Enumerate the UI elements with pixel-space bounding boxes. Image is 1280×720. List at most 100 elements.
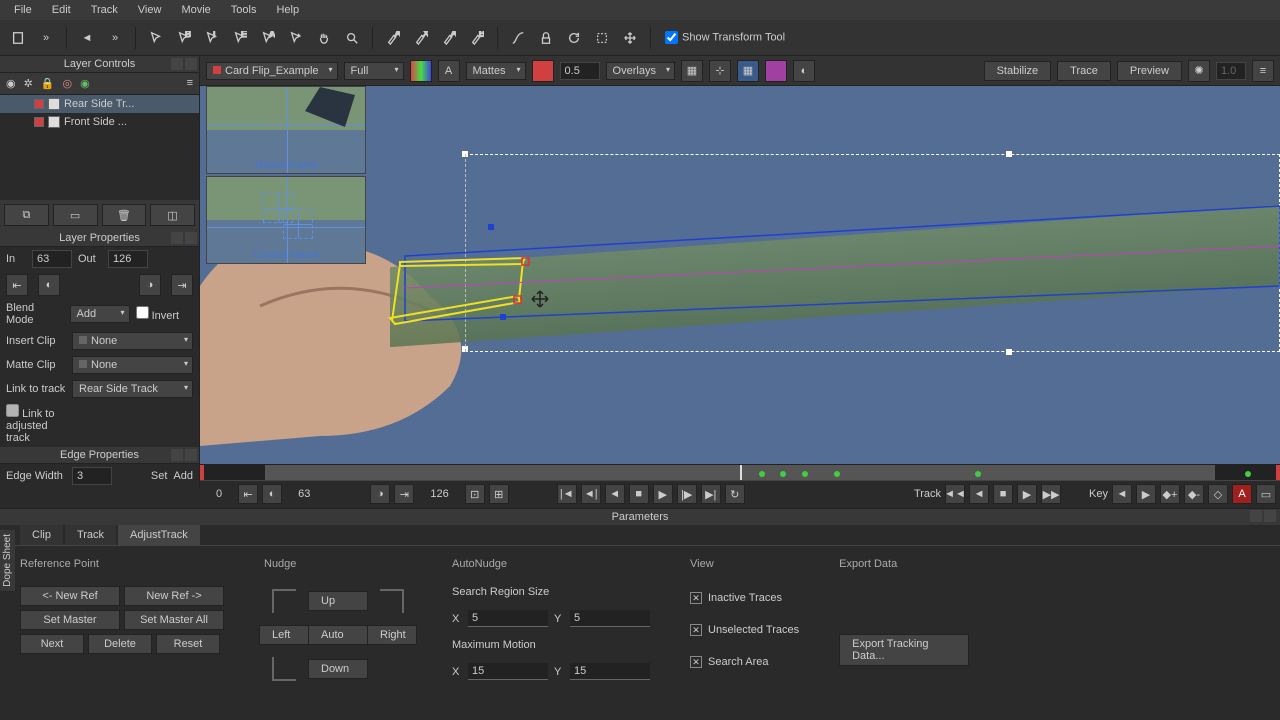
opacity-input[interactable]: [560, 62, 600, 80]
tab-track[interactable]: Track: [65, 525, 116, 545]
brush-x-plus-icon[interactable]: X+: [409, 26, 433, 50]
rgb-icon[interactable]: [410, 60, 432, 82]
layer-color-swatch[interactable]: [34, 99, 44, 109]
keyframe-marker[interactable]: [802, 471, 808, 477]
key-prev-icon[interactable]: ◄: [1112, 484, 1132, 504]
panel-min-icon[interactable]: [1250, 510, 1262, 522]
in-input[interactable]: [32, 250, 72, 268]
reset-in-icon[interactable]: ◐: [38, 274, 60, 296]
play-back-icon[interactable]: ◄: [605, 484, 625, 504]
delete-button[interactable]: Delete: [88, 634, 152, 654]
goto-start-icon[interactable]: |◄: [557, 484, 577, 504]
lock-icon[interactable]: [534, 26, 558, 50]
play-icon[interactable]: ▶: [653, 484, 673, 504]
nudge-auto-button[interactable]: Auto: [308, 625, 368, 645]
reset-out-icon[interactable]: ◑: [139, 274, 161, 296]
time-strip[interactable]: [200, 465, 1280, 481]
key-del-all-icon[interactable]: ◇: [1208, 484, 1228, 504]
zoom-icon[interactable]: [340, 26, 364, 50]
current-frame-thumb[interactable]: Current Frame: [206, 176, 366, 264]
preview-button[interactable]: Preview: [1117, 61, 1182, 81]
matte-color-icon[interactable]: [532, 60, 554, 82]
layer-checkbox[interactable]: [48, 98, 60, 110]
panel-close-icon[interactable]: [185, 449, 197, 461]
panel-close-icon[interactable]: [185, 58, 197, 70]
brush-b-plus-icon[interactable]: B+: [465, 26, 489, 50]
panel-close-icon[interactable]: [185, 232, 197, 244]
set-master-all-button[interactable]: Set Master All: [124, 610, 224, 630]
nudge-corner-bl[interactable]: [272, 657, 296, 681]
edge-width-input[interactable]: [72, 467, 112, 485]
alpha-icon[interactable]: A: [438, 60, 460, 82]
tab-clip[interactable]: Clip: [20, 525, 63, 545]
matte-selector[interactable]: None: [72, 356, 193, 374]
panel-min-icon[interactable]: [171, 449, 183, 461]
track-fwd-all-icon[interactable]: ▶▶: [1041, 484, 1061, 504]
master-frame-thumb[interactable]: Master Frame: [206, 86, 366, 174]
add-tool-icon[interactable]: A: [256, 26, 280, 50]
curve-icon[interactable]: [506, 26, 530, 50]
nudge-right-button[interactable]: Right: [367, 625, 417, 645]
pointer-icon[interactable]: [144, 26, 168, 50]
palette-icon[interactable]: ◉: [80, 77, 90, 90]
stop-icon[interactable]: ■: [629, 484, 649, 504]
select-all-icon[interactable]: ◫: [150, 204, 195, 226]
nudge-corner-tl[interactable]: [272, 589, 296, 613]
redo-icon[interactable]: »: [103, 26, 127, 50]
show-transform-toggle[interactable]: Show Transform Tool: [659, 31, 791, 44]
bezier-tool-icon[interactable]: B: [172, 26, 196, 50]
range-out-icon[interactable]: ⇥: [394, 484, 414, 504]
reset-button[interactable]: Reset: [156, 634, 220, 654]
lock-col-icon[interactable]: 🔒: [41, 77, 55, 90]
step-back-icon[interactable]: ◄|: [581, 484, 601, 504]
range-mark-icon[interactable]: ◐: [262, 484, 282, 504]
layer-menu-icon[interactable]: ≡: [187, 77, 193, 90]
track-fwd-icon[interactable]: ▶: [1017, 484, 1037, 504]
edit-tool-icon[interactable]: E: [228, 26, 252, 50]
surface-handle[interactable]: [1006, 349, 1012, 355]
rotate-icon[interactable]: [562, 26, 586, 50]
nudge-corner-tr[interactable]: [380, 589, 404, 613]
brightness-input[interactable]: [1216, 62, 1246, 80]
surface-handle[interactable]: [1006, 151, 1012, 157]
edge-set-button[interactable]: Set: [151, 470, 168, 482]
loop-icon[interactable]: ↻: [725, 484, 745, 504]
keyframe-marker[interactable]: [780, 471, 786, 477]
tab-adjusttrack[interactable]: AdjustTrack: [118, 525, 200, 545]
overlays-selector[interactable]: Overlays: [606, 62, 675, 80]
playhead[interactable]: [740, 465, 742, 480]
out-input[interactable]: [108, 250, 148, 268]
autokey-icon[interactable]: A: [1232, 484, 1252, 504]
keyframe-marker[interactable]: [834, 471, 840, 477]
zoom-range-icon[interactable]: ⊞: [489, 484, 509, 504]
menu-view[interactable]: View: [128, 2, 172, 18]
target-icon[interactable]: ◎: [63, 77, 73, 90]
brush-a-minus-icon[interactable]: A-: [381, 26, 405, 50]
dope-sheet-tab[interactable]: Dope Sheet: [0, 530, 15, 591]
srs-y-input[interactable]: [570, 610, 650, 627]
surface-bounds[interactable]: [465, 154, 1280, 352]
next-button[interactable]: Next: [20, 634, 84, 654]
move-icon[interactable]: [618, 26, 642, 50]
gear-icon[interactable]: ✲: [24, 77, 33, 90]
range-mark2-icon[interactable]: ◑: [370, 484, 390, 504]
duplicate-icon[interactable]: ⧉: [4, 204, 49, 226]
brightness-icon[interactable]: ✺: [1188, 60, 1210, 82]
nudge-up-button[interactable]: Up: [308, 591, 368, 611]
grid-icon[interactable]: ▦: [737, 60, 759, 82]
range-in-icon[interactable]: ⇤: [238, 484, 258, 504]
new-ref-left-button[interactable]: <- New Ref: [20, 586, 120, 606]
invert-toggle[interactable]: Invert: [136, 306, 194, 322]
keyframe-marker[interactable]: [1245, 471, 1251, 477]
zoom-fit-icon[interactable]: ⊡: [465, 484, 485, 504]
key-menu-icon[interactable]: ▭: [1256, 484, 1276, 504]
link-selector[interactable]: Rear Side Track: [72, 380, 193, 398]
group-icon[interactable]: ▭: [53, 204, 98, 226]
set-in-icon[interactable]: ⇤: [6, 274, 28, 296]
inactive-traces-toggle[interactable]: ✕Inactive Traces: [690, 592, 799, 604]
overlay-opt1-icon[interactable]: ▦: [681, 60, 703, 82]
menu-icon[interactable]: ≡: [1252, 60, 1274, 82]
resolution-selector[interactable]: Full: [344, 62, 404, 80]
step-fwd-icon[interactable]: |▶: [677, 484, 697, 504]
set-master-button[interactable]: Set Master: [20, 610, 120, 630]
